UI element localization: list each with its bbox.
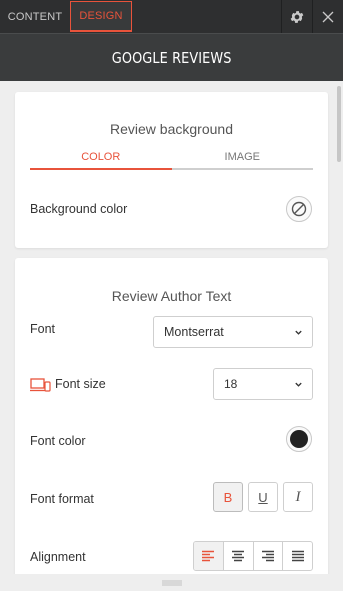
tab-content[interactable]: CONTENT [0,0,70,33]
background-color-picker[interactable] [286,196,312,222]
align-center-icon [232,550,245,562]
italic-button-label: I [295,488,301,505]
chevron-down-icon [295,330,302,335]
font-size-select[interactable]: 18 [213,368,313,400]
drag-handle-icon [161,580,182,585]
alignment-button-group [193,541,313,571]
font-color-swatch [290,430,308,448]
align-justify-icon [291,550,304,562]
background-color-label: Background color [30,202,128,216]
bold-button-label: B [223,489,233,505]
align-left-button[interactable] [194,542,224,570]
subtab-color[interactable]: COLOR [30,148,172,170]
underline-button[interactable]: U [248,482,278,512]
font-size-label: Font size [55,377,106,391]
font-format-label: Font format [30,492,94,506]
font-color-label: Font color [30,434,86,448]
device-desktop-icon [30,378,51,392]
font-label: Font [30,322,56,336]
chevron-down-icon [295,382,302,387]
resize-handle[interactable] [0,574,343,591]
no-color-icon [291,201,307,217]
font-color-picker[interactable] [286,426,312,452]
review-background-card: Review background COLOR IMAGE Background… [15,92,328,248]
settings-scroll-area[interactable]: Review background COLOR IMAGE Background… [0,81,343,574]
subtab-image[interactable]: IMAGE [171,148,313,170]
scrollbar-thumb[interactable] [337,86,341,162]
alignment-label: Alignment [30,550,86,564]
page-title: GOOGLE REVIEWS [111,48,232,67]
align-center-button[interactable] [224,542,254,570]
bold-button[interactable]: B [213,482,243,512]
italic-button[interactable]: I [283,482,313,512]
review-background-title: Review background [110,121,233,137]
top-tab-bar: CONTENT DESIGN [0,0,343,33]
font-select-value: Montserrat [164,325,224,339]
font-size-value: 18 [224,377,238,391]
underline-button-label: U [258,489,268,505]
background-subtabs: COLOR IMAGE [30,148,313,170]
settings-button[interactable] [281,0,312,33]
align-right-button[interactable] [254,542,284,570]
review-author-text-title: Review Author Text [111,288,232,304]
panel-header: GOOGLE REVIEWS [0,33,343,81]
font-select[interactable]: Montserrat [153,316,313,348]
close-button[interactable] [312,0,343,33]
tab-design[interactable]: DESIGN [70,1,132,32]
close-icon [322,11,334,22]
align-right-icon [261,550,274,562]
gear-icon [290,10,304,23]
review-author-text-card: Review Author Text Font Montserrat Font … [15,258,328,574]
align-justify-button[interactable] [283,542,312,570]
align-left-icon [202,550,215,562]
